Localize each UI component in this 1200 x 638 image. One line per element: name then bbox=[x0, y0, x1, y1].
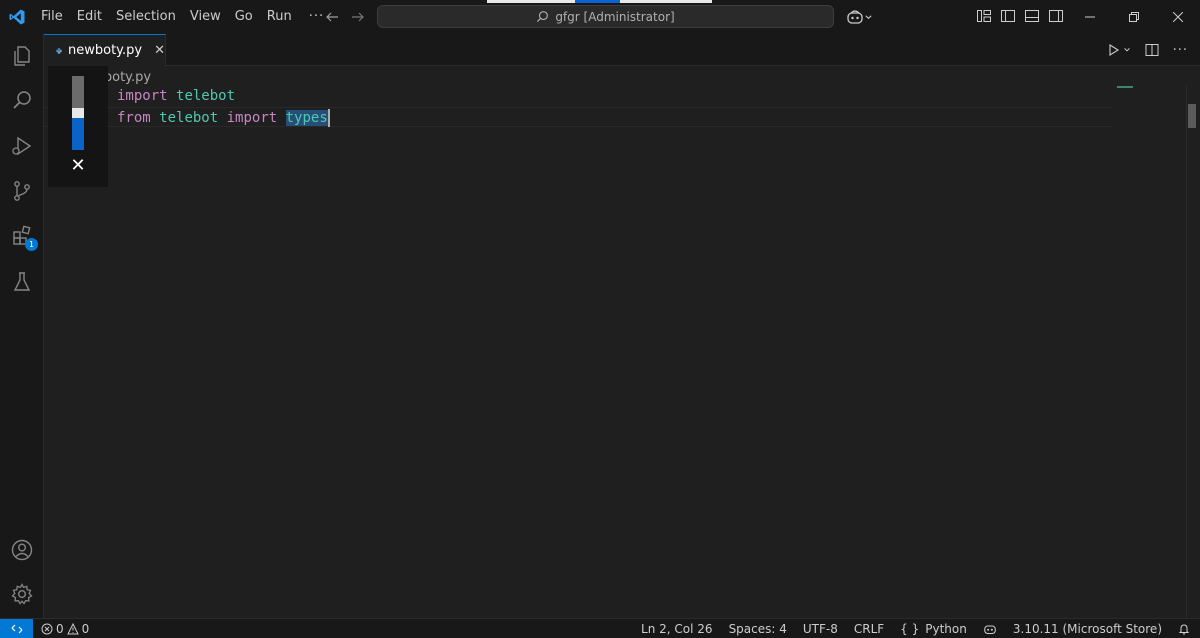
close-window-icon[interactable] bbox=[1156, 0, 1200, 34]
scrollbar-thumb[interactable] bbox=[1188, 104, 1196, 128]
forward-arrow-icon[interactable] bbox=[348, 7, 368, 27]
text-cursor bbox=[327, 109, 330, 127]
tab-label: newboty.py bbox=[68, 43, 143, 58]
testing-flask-icon[interactable] bbox=[0, 262, 44, 302]
code-line[interactable]: 1 import telebot bbox=[44, 86, 1112, 106]
window-top-edge-accent bbox=[575, 0, 620, 3]
menu-run[interactable]: Run bbox=[260, 0, 299, 34]
toggle-secondary-sidebar-icon[interactable] bbox=[1048, 8, 1064, 24]
overlay-bar-gray bbox=[72, 76, 84, 108]
customize-layout-icon[interactable] bbox=[976, 8, 992, 24]
command-center-label: gfgr [Administrator] bbox=[555, 9, 675, 24]
code-editor[interactable]: 1 import telebot 2 from telebot import t… bbox=[44, 86, 1200, 618]
overlay-bar-white bbox=[72, 108, 84, 118]
run-python-file-icon[interactable] bbox=[1108, 44, 1131, 56]
selected-token: types bbox=[285, 110, 328, 126]
title-bar: File Edit Selection View Go Run ··· gfgr… bbox=[0, 0, 1200, 34]
restore-icon[interactable] bbox=[1112, 0, 1156, 34]
vscode-logo-icon[interactable] bbox=[8, 8, 26, 26]
encoding[interactable]: UTF-8 bbox=[803, 622, 838, 636]
source-control-icon[interactable] bbox=[0, 171, 44, 211]
manage-gear-icon[interactable] bbox=[0, 574, 44, 614]
run-debug-icon[interactable] bbox=[0, 126, 44, 166]
navigation-arrows bbox=[322, 0, 368, 34]
menu-go[interactable]: Go bbox=[228, 0, 260, 34]
code-token: import bbox=[117, 88, 168, 104]
overlay-close-icon[interactable]: ✕ bbox=[68, 156, 88, 176]
copilot-menu-button[interactable] bbox=[846, 8, 876, 26]
tab-close-icon[interactable]: ✕ bbox=[154, 43, 165, 58]
menu-selection[interactable]: Selection bbox=[109, 0, 183, 34]
extensions-badge: 1 bbox=[25, 238, 38, 251]
layout-controls bbox=[976, 8, 1064, 24]
problems-indicator[interactable]: 0 0 bbox=[41, 622, 89, 636]
copilot-icon bbox=[847, 10, 863, 24]
end-of-line[interactable]: CRLF bbox=[854, 622, 884, 636]
language-mode[interactable]: { } Python bbox=[900, 622, 967, 636]
remote-icon bbox=[11, 624, 22, 633]
minimize-icon[interactable] bbox=[1068, 0, 1112, 34]
editor-tab-bar: newboty.py ✕ ··· bbox=[44, 34, 1200, 66]
extensions-icon[interactable]: 1 bbox=[0, 216, 44, 256]
status-right-items: Ln 2, Col 26 Spaces: 4 UTF-8 CRLF { } Py… bbox=[641, 619, 1190, 638]
cursor-position[interactable]: Ln 2, Col 26 bbox=[641, 622, 713, 636]
line-code: from telebot import types bbox=[117, 108, 330, 128]
status-bar: 0 0 Ln 2, Col 26 Spaces: 4 UTF-8 CRLF { … bbox=[0, 618, 1200, 638]
indentation[interactable]: Spaces: 4 bbox=[729, 622, 787, 636]
notifications-bell-icon[interactable] bbox=[1178, 623, 1190, 635]
code-line[interactable]: 2 from telebot import types bbox=[44, 107, 1112, 127]
command-center-search[interactable]: gfgr [Administrator] bbox=[377, 5, 834, 28]
toggle-panel-icon[interactable] bbox=[1024, 8, 1040, 24]
error-count: 0 bbox=[56, 621, 64, 636]
menu-view[interactable]: View bbox=[183, 0, 228, 34]
line-code: import telebot bbox=[117, 86, 235, 106]
braces-icon: { } bbox=[900, 622, 920, 636]
code-token: import bbox=[226, 110, 278, 126]
more-actions-icon[interactable]: ··· bbox=[1173, 43, 1188, 58]
toggle-primary-sidebar-icon[interactable] bbox=[1000, 8, 1016, 24]
menu-file[interactable]: File bbox=[34, 0, 70, 34]
warning-icon bbox=[66, 622, 79, 634]
warning-count: 0 bbox=[81, 621, 90, 636]
error-icon bbox=[41, 623, 53, 634]
floating-overlay-widget: ✕ bbox=[48, 66, 108, 187]
editor-actions: ··· bbox=[1108, 34, 1188, 66]
search-icon[interactable] bbox=[0, 80, 44, 120]
vertical-scrollbar[interactable] bbox=[1186, 86, 1200, 618]
window-controls bbox=[1068, 0, 1200, 34]
search-icon bbox=[537, 11, 549, 23]
tab-newboty-py[interactable]: newboty.py ✕ bbox=[44, 34, 166, 66]
chevron-down-icon bbox=[1123, 48, 1130, 52]
split-editor-icon[interactable] bbox=[1145, 43, 1159, 57]
code-token: from bbox=[117, 110, 151, 126]
chevron-down-icon bbox=[865, 14, 872, 19]
python-file-icon bbox=[56, 47, 62, 54]
overlay-bar-blue bbox=[72, 118, 84, 150]
back-arrow-icon[interactable] bbox=[322, 7, 342, 27]
menu-edit[interactable]: Edit bbox=[70, 0, 109, 34]
minimap[interactable] bbox=[1117, 86, 1133, 88]
copilot-status-icon[interactable] bbox=[983, 623, 997, 635]
remote-indicator-button[interactable] bbox=[0, 618, 33, 638]
menu-bar: File Edit Selection View Go Run ··· bbox=[34, 0, 331, 34]
activity-bar: 1 bbox=[0, 34, 44, 618]
code-token: telebot bbox=[176, 88, 236, 104]
language-label: Python bbox=[925, 622, 967, 636]
accounts-icon[interactable] bbox=[0, 530, 44, 570]
code-token: telebot bbox=[159, 110, 219, 126]
explorer-icon[interactable] bbox=[0, 36, 44, 76]
python-interpreter[interactable]: 3.10.11 (Microsoft Store) bbox=[1013, 622, 1162, 636]
